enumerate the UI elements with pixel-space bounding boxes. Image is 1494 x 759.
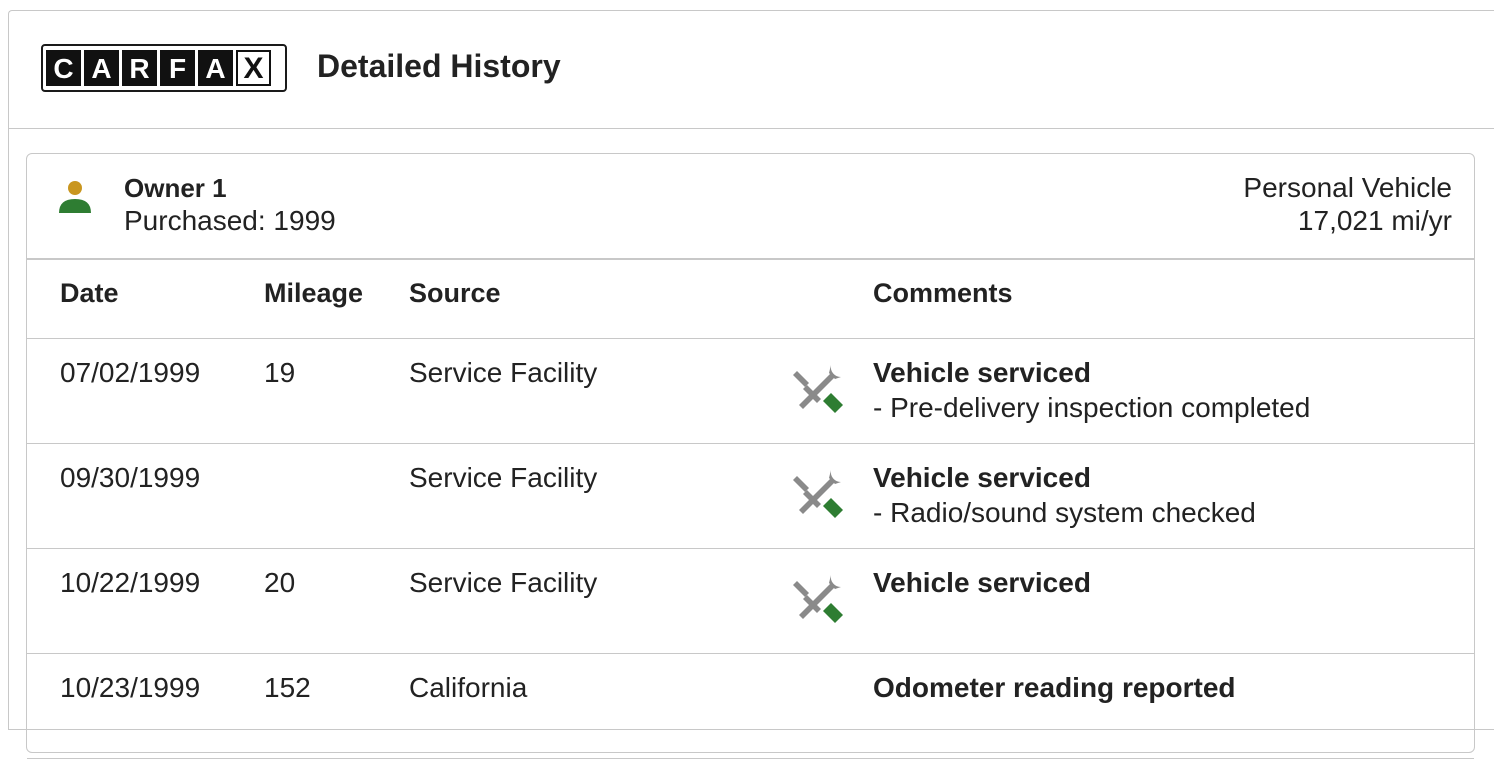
column-header-source: Source (409, 278, 501, 308)
comment-title: Vehicle serviced (873, 567, 1091, 598)
row-date: 10/22/1999 (60, 567, 201, 598)
carfax-logo: C A R F A X (41, 44, 287, 92)
logo-letter: A (198, 50, 233, 86)
owner-history-card: Owner 1 Purchased: 1999 Personal Vehicle… (26, 153, 1475, 759)
column-header-comments: Comments (873, 278, 1013, 308)
row-mileage: 152 (264, 672, 311, 703)
logo-letter: F (160, 50, 195, 86)
table-row: 09/30/1999 Service Facility Vehicle serv… (27, 444, 1474, 549)
logo-letter: R (122, 50, 157, 86)
table-row: 07/02/1999 19 Service Facility Vehicle s… (27, 339, 1474, 444)
row-comments: Odometer reading reported (873, 672, 1236, 707)
owner-purchased: Purchased: 1999 (124, 205, 336, 236)
row-comments: Vehicle serviced (873, 567, 1091, 602)
row-source: Service Facility (409, 462, 598, 493)
row-mileage: 19 (264, 357, 296, 388)
owner-name: Owner 1 (124, 173, 227, 203)
row-date: 10/23/1999 (60, 672, 201, 703)
row-source: California (409, 672, 528, 703)
page-title: Detailed History (317, 48, 561, 84)
person-icon (59, 181, 91, 213)
column-header-mileage: Mileage (264, 278, 364, 308)
row-date: 07/02/1999 (60, 357, 201, 388)
row-date: 09/30/1999 (60, 462, 201, 493)
vehicle-type: Personal Vehicle (1243, 172, 1452, 203)
row-source: Service Facility (409, 357, 598, 388)
table-row: 10/22/1999 20 Service Facility Vehicle s… (27, 549, 1474, 654)
report-page: C A R F A X Detailed History Owner 1 Pur… (8, 10, 1494, 759)
report-header: C A R F A X Detailed History (9, 11, 1494, 129)
service-wrench-icon (793, 470, 843, 518)
owner-usage: Personal Vehicle 17,021 mi/yr (1243, 171, 1452, 237)
comment-title: Odometer reading reported (873, 672, 1236, 703)
logo-letter: X (236, 50, 271, 86)
service-wrench-icon (793, 575, 843, 623)
row-comments: Vehicle serviced - Pre-delivery inspecti… (873, 357, 1310, 424)
mileage-rate: 17,021 mi/yr (1297, 205, 1452, 236)
logo-letter: C (46, 50, 81, 86)
comment-title: Vehicle serviced (873, 462, 1091, 493)
column-header-date: Date (60, 278, 119, 308)
owner-summary: Owner 1 Purchased: 1999 Personal Vehicle… (27, 154, 1474, 260)
comment-detail: - Pre-delivery inspection completed (873, 392, 1311, 423)
logo-letter: A (84, 50, 119, 86)
row-source: Service Facility (409, 567, 598, 598)
comment-detail: - Radio/sound system checked (873, 497, 1256, 528)
row-comments: Vehicle serviced - Radio/sound system ch… (873, 462, 1256, 529)
table-header: Date Mileage Source Comments (27, 258, 1474, 339)
service-wrench-icon (793, 365, 843, 413)
comment-title: Vehicle serviced (873, 357, 1091, 388)
row-mileage: 20 (264, 567, 296, 598)
